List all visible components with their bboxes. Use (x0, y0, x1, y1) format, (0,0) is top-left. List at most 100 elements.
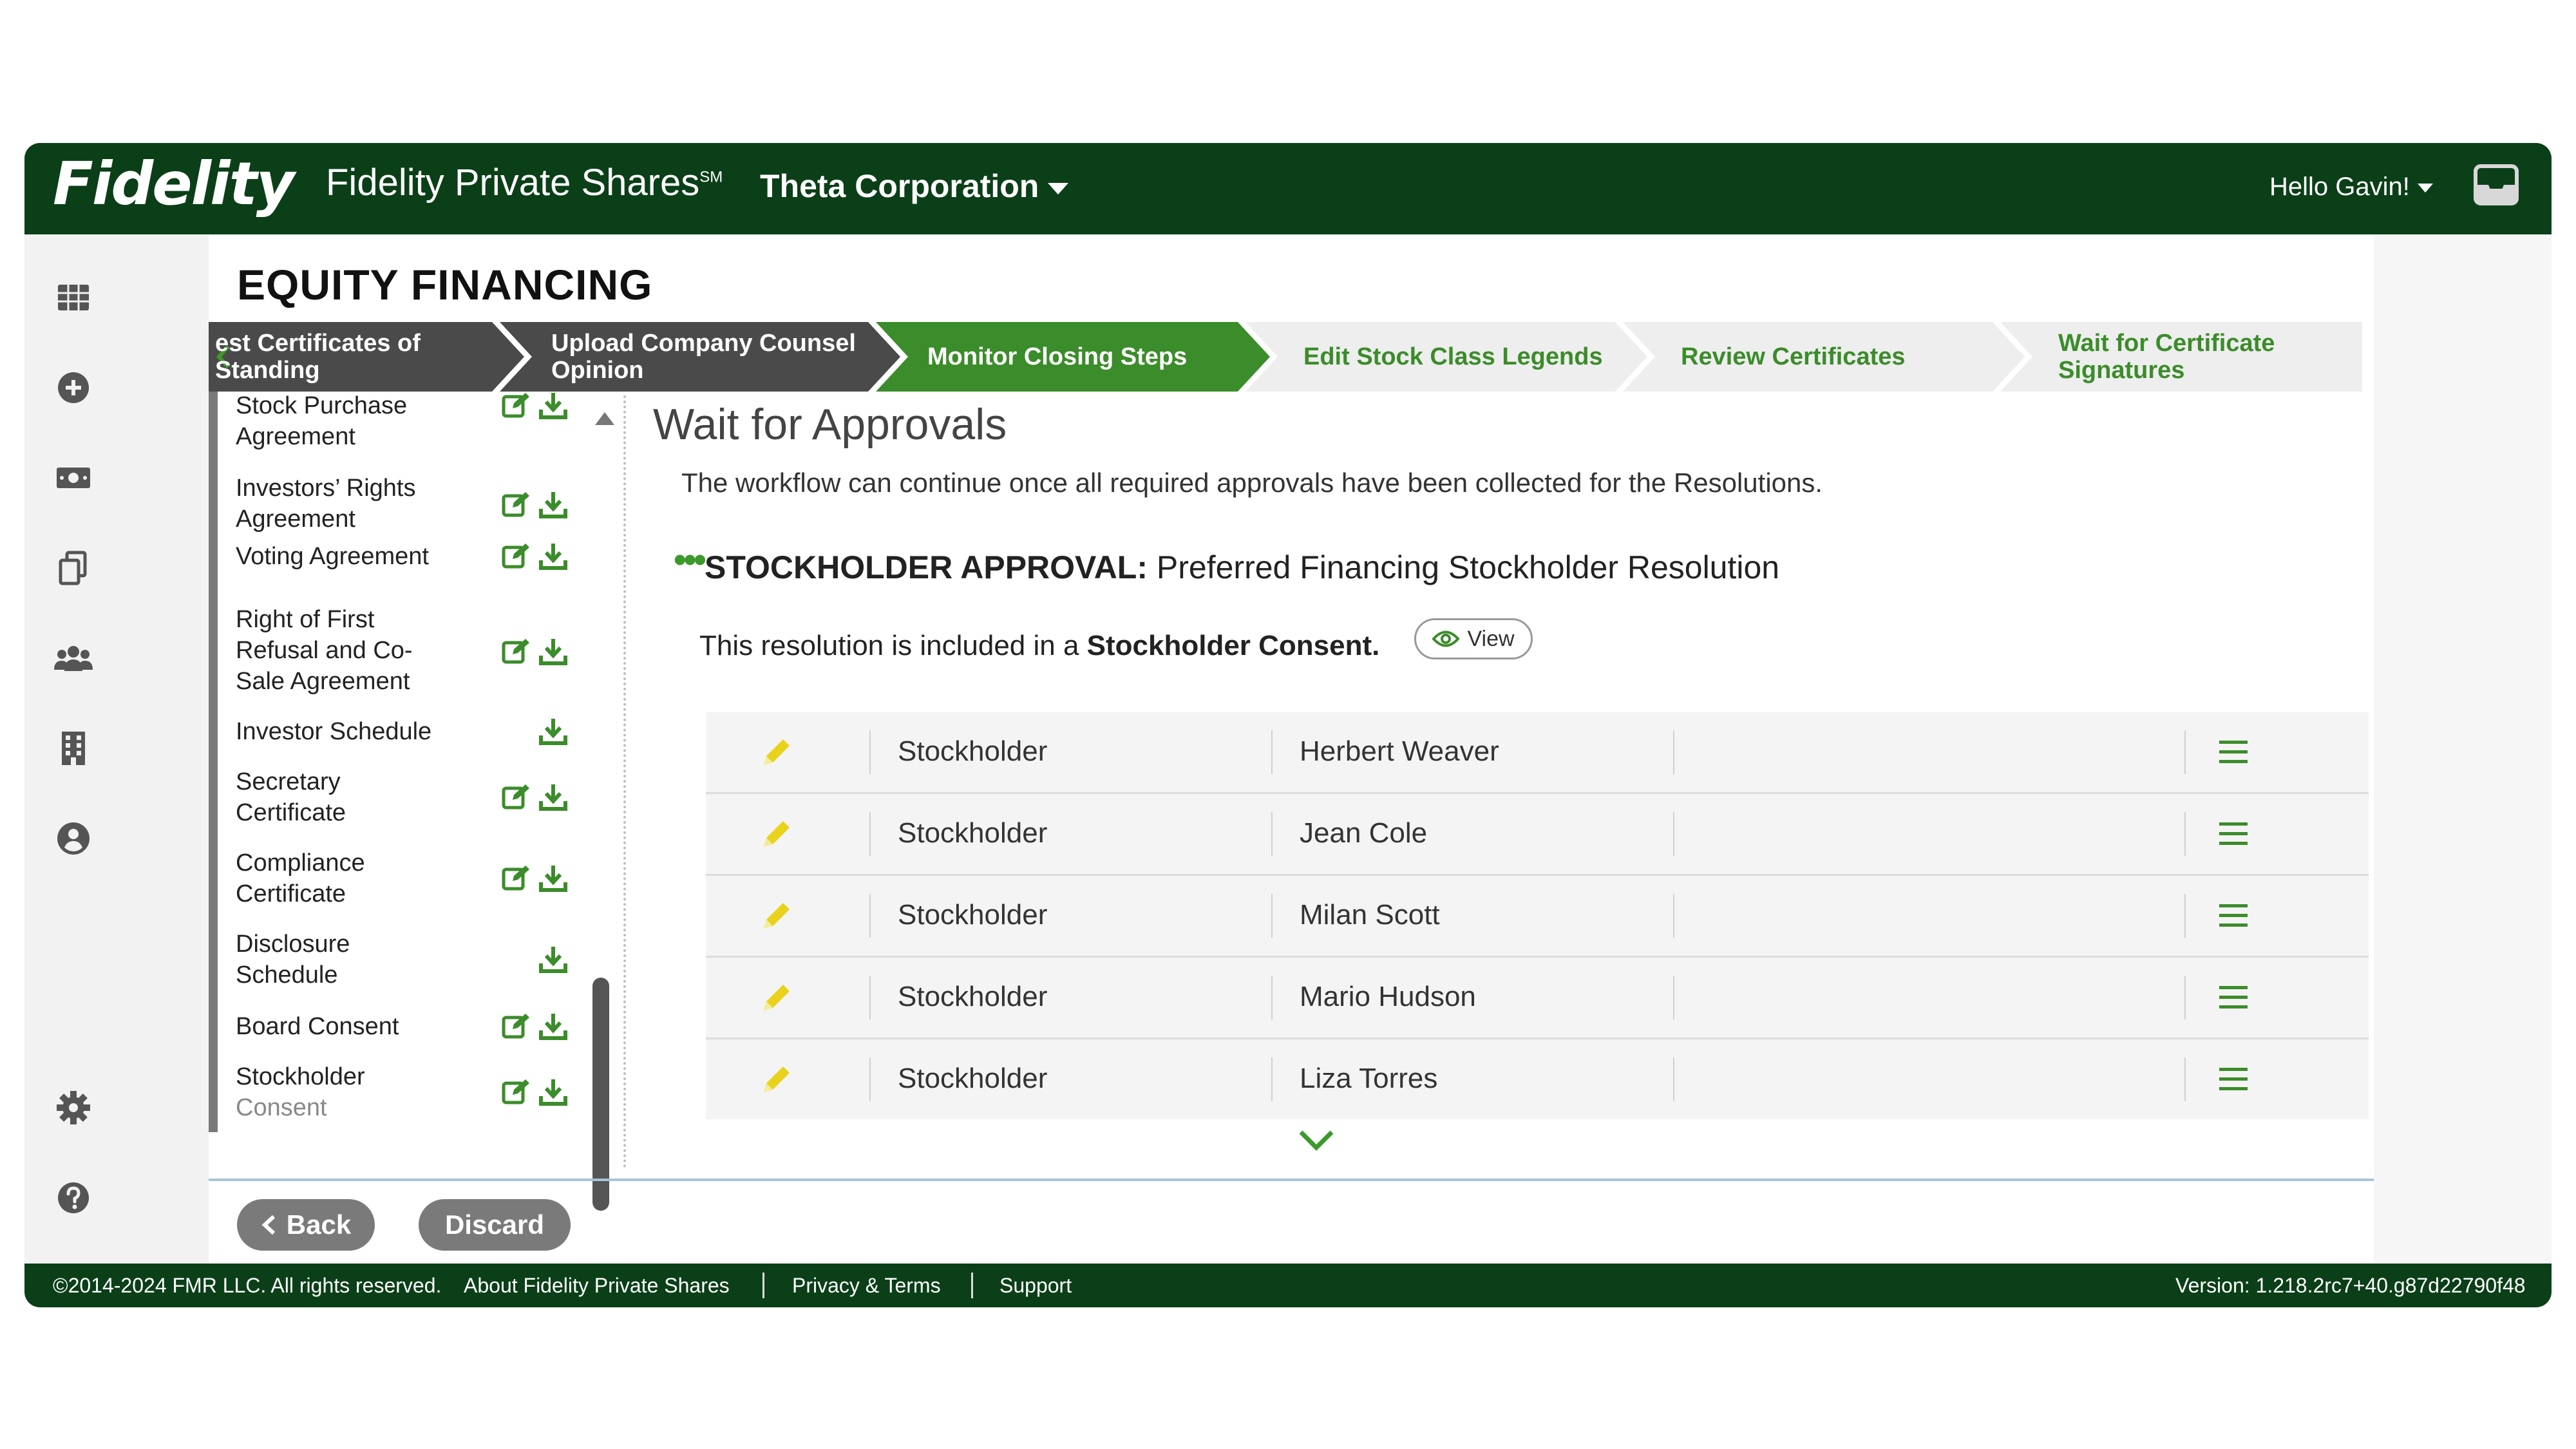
download-icon[interactable] (538, 541, 568, 571)
doc-secretary-certificate[interactable]: Secretary Certificate (236, 766, 480, 828)
cell-divider (869, 1057, 871, 1101)
download-icon[interactable] (538, 1077, 568, 1106)
back-button[interactable]: Back (237, 1199, 375, 1251)
edit-icon[interactable] (501, 863, 531, 893)
download-icon[interactable] (538, 944, 568, 974)
step-review-certificates[interactable]: Review Certificates (1681, 322, 2003, 392)
cell-divider (1271, 894, 1273, 938)
approval-heading: STOCKHOLDER APPROVAL: Preferred Financin… (705, 549, 1780, 585)
edit-icon[interactable] (501, 1011, 531, 1041)
discard-button[interactable]: Discard (419, 1199, 571, 1251)
step-upload-counsel-opinion[interactable]: Upload Company Counsel Opinion (551, 322, 873, 392)
cell-divider (1673, 1057, 1674, 1101)
approver-name: Milan Scott (1300, 899, 1440, 931)
table-row: Stockholder Mario Hudson (706, 958, 2369, 1039)
copy-icon[interactable] (53, 547, 94, 589)
menu-icon[interactable] (2218, 1064, 2249, 1095)
cell-divider (869, 976, 871, 1019)
edit-icon[interactable] (501, 636, 531, 666)
people-icon[interactable] (53, 638, 94, 679)
doc-investor-schedule[interactable]: Investor Schedule (236, 716, 480, 747)
download-icon[interactable] (538, 782, 568, 811)
approver-role: Stockholder (898, 1063, 1048, 1094)
cell-divider (869, 730, 871, 774)
gear-icon[interactable] (53, 1087, 94, 1128)
doc-stockholder-consent[interactable]: Stockholder Consent (236, 1061, 480, 1123)
download-icon[interactable] (538, 863, 568, 893)
money-icon[interactable] (53, 457, 94, 498)
company-selector[interactable]: Theta Corporation (760, 167, 1069, 205)
cell-divider (1673, 730, 1674, 774)
chevron-down-icon[interactable] (1296, 1127, 1337, 1153)
top-bar: Fidelity Fidelity Private SharesSM Theta… (24, 143, 2552, 234)
edit-icon[interactable] (501, 1077, 531, 1106)
pencil-icon[interactable] (759, 980, 795, 1016)
doc-stock-purchase-agreement[interactable]: Stock Purchase Agreement (236, 392, 480, 452)
scroll-up-icon[interactable] (594, 411, 616, 426)
cell-divider (869, 894, 871, 938)
cell-divider (2184, 1057, 2186, 1101)
doc-voting-agreement[interactable]: Voting Agreement (236, 541, 480, 572)
approver-name: Jean Cole (1300, 817, 1428, 849)
pencil-icon[interactable] (759, 1061, 795, 1097)
menu-icon[interactable] (2218, 819, 2249, 849)
menu-icon[interactable] (2218, 900, 2249, 931)
main-content: EQUITY FINANCING est Certificates of Stan… (209, 234, 2374, 1293)
download-icon[interactable] (538, 489, 568, 519)
download-icon[interactable] (538, 716, 568, 746)
cell-divider (1271, 812, 1273, 856)
step-wait-certificate-signatures[interactable]: Wait for Certificate Signatures (2058, 322, 2354, 392)
edit-icon[interactable] (501, 489, 531, 519)
footer-divider (209, 1179, 2374, 1181)
privacy-link[interactable]: Privacy & Terms (792, 1274, 941, 1298)
cell-divider (2184, 894, 2186, 938)
workflow-stepper: est Certificates of Standing Upload Compa… (209, 322, 2362, 392)
download-icon[interactable] (538, 636, 568, 666)
cell-divider (869, 812, 871, 856)
user-circle-icon[interactable] (53, 818, 94, 859)
user-menu[interactable]: Hello Gavin! (2269, 173, 2433, 202)
edit-icon[interactable] (501, 392, 531, 420)
cell-divider (1673, 812, 1674, 856)
approvals-table: Stockholder Herbert Weaver Stockholder J… (706, 712, 2369, 1122)
grid-icon[interactable] (53, 277, 94, 318)
download-icon[interactable] (538, 392, 568, 420)
doc-disclosure-schedule[interactable]: Disclosure Schedule (236, 929, 480, 990)
approver-role: Stockholder (898, 817, 1048, 849)
pencil-icon[interactable] (759, 734, 795, 770)
doc-board-consent[interactable]: Board Consent (236, 1011, 480, 1042)
plus-circle-icon[interactable] (53, 367, 94, 408)
eye-icon (1432, 630, 1460, 647)
approver-role: Stockholder (898, 981, 1048, 1012)
app-frame: Fidelity Fidelity Private SharesSM Theta… (24, 143, 2552, 1307)
support-link[interactable]: Support (999, 1274, 1072, 1298)
chevron-down-icon (1048, 182, 1069, 194)
step-monitor-closing[interactable]: Monitor Closing Steps (927, 322, 1249, 392)
inbox-icon[interactable] (2472, 164, 2521, 206)
doc-investors-rights-agreement[interactable]: Investors’ Rights Agreement (236, 473, 480, 535)
download-icon[interactable] (538, 1011, 568, 1041)
menu-icon[interactable] (2218, 982, 2249, 1013)
stepper-background (209, 322, 2362, 392)
approver-name: Mario Hudson (1300, 981, 1476, 1012)
edit-icon[interactable] (501, 782, 531, 811)
fidelity-logo[interactable]: Fidelity (53, 149, 295, 218)
scrollbar-thumb[interactable] (592, 978, 609, 1211)
cell-divider (1271, 730, 1273, 774)
help-icon[interactable] (53, 1177, 94, 1218)
building-icon[interactable] (53, 728, 94, 769)
view-consent-button[interactable]: View (1414, 618, 1533, 659)
pencil-icon[interactable] (759, 816, 795, 852)
more-icon[interactable]: ••• (674, 538, 706, 580)
doc-compliance-certificate[interactable]: Compliance Certificate (236, 848, 480, 909)
cell-divider (1271, 976, 1273, 1019)
edit-icon[interactable] (501, 541, 531, 571)
step-certificates-of-good-standing[interactable]: est Certificates of Standing (215, 322, 498, 392)
copyright-text: ©2014-2024 FMR LLC. All rights reserved. (53, 1274, 442, 1297)
menu-icon[interactable] (2218, 737, 2249, 768)
panel-divider (623, 395, 626, 1168)
pencil-icon[interactable] (759, 898, 795, 934)
step-edit-stock-class-legends[interactable]: Edit Stock Class Legends (1303, 322, 1625, 392)
doc-right-of-first-refusal[interactable]: Right of First Refusal and Co- Sale Agreem… (236, 604, 480, 697)
about-link[interactable]: About Fidelity Private Shares (464, 1274, 730, 1298)
